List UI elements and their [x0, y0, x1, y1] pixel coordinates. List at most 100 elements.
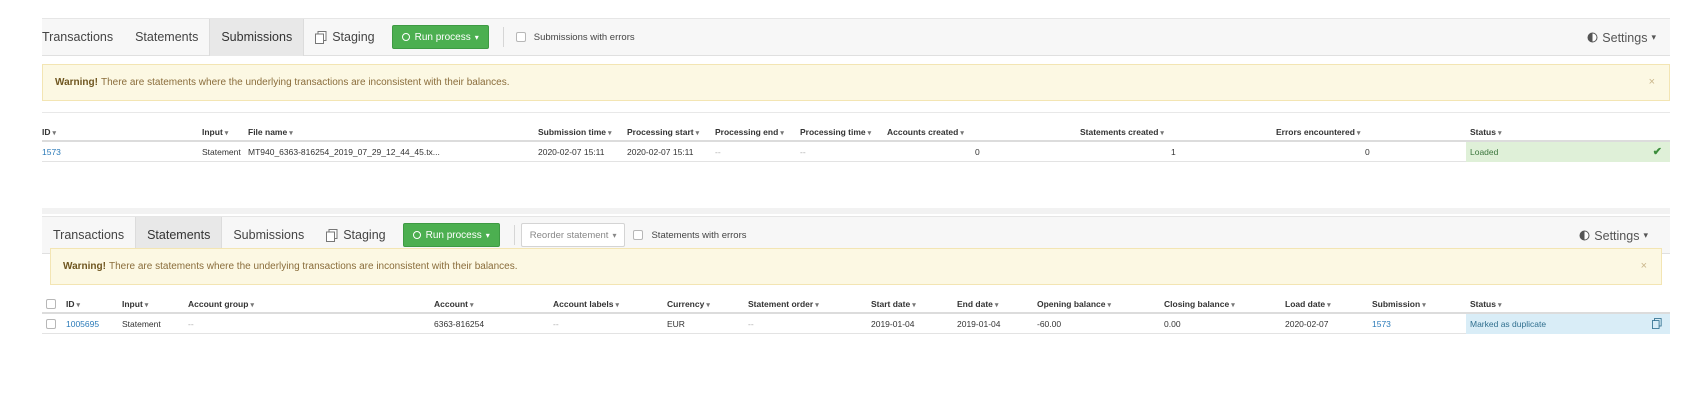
divider — [513, 225, 515, 245]
col-statements-created[interactable]: Statements created ▾ — [1080, 122, 1164, 142]
cell-start-date: 2019-01-04 — [871, 319, 915, 329]
table-header: ID ▾ Input ▾ File name ▾ Submission time ▾ P… — [42, 122, 1670, 142]
toggle-icon — [1579, 230, 1590, 241]
errors-checkbox[interactable] — [515, 32, 526, 42]
submission-link[interactable]: 1573 — [1372, 314, 1391, 334]
col-id[interactable]: ID ▾ — [66, 294, 80, 314]
col-processing-time[interactable]: Processing time ▾ — [800, 122, 871, 142]
col-processing-start[interactable]: Processing start ▾ — [627, 122, 699, 142]
caret-down-icon: ▾ — [1643, 230, 1648, 240]
col-opening-balance[interactable]: Opening balance ▾ — [1037, 294, 1111, 314]
col-load-date[interactable]: Load date ▾ — [1285, 294, 1331, 314]
col-processing-end[interactable]: Processing end ▾ — [715, 122, 784, 142]
submission-id-link[interactable]: 1573 — [42, 142, 61, 162]
close-icon[interactable]: × — [1649, 76, 1655, 88]
tab-transactions[interactable]: Transactions — [42, 19, 124, 56]
table-row: 1005695 Statement -- 6363-816254 -- EUR … — [42, 314, 1670, 334]
col-input[interactable]: Input ▾ — [122, 294, 148, 314]
status-label: Marked as duplicate — [1470, 319, 1547, 329]
col-submission[interactable]: Submission ▾ — [1372, 294, 1426, 314]
errors-filter[interactable]: Submissions with errors — [515, 31, 635, 43]
caret-down-icon: ▾ — [612, 230, 617, 240]
statements-panel: Transactions Statements Submissions Stag… — [42, 208, 1670, 334]
copy-icon — [326, 228, 338, 242]
col-file-name[interactable]: File name ▾ — [248, 122, 293, 142]
divider — [502, 27, 504, 47]
cell-account-group: -- — [188, 319, 194, 329]
checkmark-icon: ✔ — [1652, 146, 1662, 158]
settings-button[interactable]: Settings ▾ — [1587, 19, 1656, 56]
table-row: 1573 Statement MT940_6363-816254_2019_07… — [42, 142, 1670, 162]
cell-accounts-created: 0 — [975, 147, 980, 157]
errors-filter-label: Statements with errors — [651, 229, 747, 241]
statement-id-link[interactable]: 1005695 — [66, 314, 99, 334]
col-end-date[interactable]: End date ▾ — [957, 294, 998, 314]
cell-account: 6363-816254 — [434, 319, 485, 329]
statements-table: ID ▾ Input ▾ Account group ▾ Account ▾ Accou… — [42, 294, 1670, 334]
col-id[interactable]: ID ▾ — [42, 122, 56, 142]
close-icon[interactable]: × — [1641, 260, 1647, 272]
cell-processing-end: -- — [715, 147, 721, 157]
run-process-label: Run process — [414, 31, 471, 43]
divider — [42, 208, 1670, 214]
col-errors-encountered[interactable]: Errors encountered ▾ — [1276, 122, 1360, 142]
status-badge: Loaded ✔ — [1466, 142, 1670, 162]
cell-end-date: 2019-01-04 — [957, 319, 1001, 329]
settings-label: Settings — [1602, 30, 1648, 45]
cell-statement-order: -- — [748, 319, 754, 329]
submissions-table: ID ▾ Input ▾ File name ▾ Submission time ▾ P… — [42, 122, 1670, 162]
cell-input: Statement — [202, 147, 241, 157]
tab-staging-label: Staging — [343, 228, 386, 242]
status-badge: Marked as duplicate — [1466, 314, 1670, 334]
cell-processing-start: 2020-02-07 15:11 — [627, 147, 694, 157]
warning-alert: Warning! There are statements where the … — [50, 248, 1662, 285]
tab-submissions[interactable]: Submissions — [209, 18, 305, 56]
tab-bar: Transactions Statements Submissions Stag… — [42, 18, 1670, 56]
reorder-statement-label: Reorder statement — [529, 229, 609, 241]
cell-submission-time: 2020-02-07 15:11 — [538, 147, 605, 157]
cell-load-date: 2020-02-07 — [1285, 319, 1329, 329]
warning-alert: Warning! There are statements where the … — [42, 64, 1670, 101]
cell-file-name: MT940_6363-816254_2019_07_29_12_44_45.tx… — [248, 147, 440, 157]
col-closing-balance[interactable]: Closing balance ▾ — [1164, 294, 1235, 314]
copy-icon[interactable] — [1652, 314, 1662, 336]
tab-staging-label: Staging — [332, 30, 375, 44]
col-account-group[interactable]: Account group ▾ — [188, 294, 254, 314]
run-process-button[interactable]: Run process ▾ — [402, 223, 500, 247]
tab-staging[interactable]: Staging — [304, 19, 385, 56]
col-status[interactable]: Status ▾ — [1470, 294, 1502, 314]
col-status[interactable]: Status ▾ — [1470, 122, 1502, 142]
col-account[interactable]: Account ▾ — [434, 294, 474, 314]
run-process-label: Run process — [425, 229, 482, 241]
cell-input: Statement — [122, 319, 161, 329]
play-circle-icon — [412, 231, 421, 239]
col-currency[interactable]: Currency ▾ — [667, 294, 710, 314]
run-process-button[interactable]: Run process ▾ — [391, 25, 489, 49]
tab-statements[interactable]: Statements — [124, 19, 209, 56]
errors-checkbox[interactable] — [633, 230, 644, 240]
errors-filter[interactable]: Statements with errors — [633, 229, 747, 241]
copy-icon — [315, 30, 327, 44]
cell-processing-time: -- — [800, 147, 806, 157]
cell-opening-balance: -60.00 — [1037, 319, 1062, 329]
col-input[interactable]: Input ▾ — [202, 122, 228, 142]
col-account-labels[interactable]: Account labels ▾ — [553, 294, 619, 314]
divider — [42, 112, 1670, 113]
reorder-statement-button[interactable]: Reorder statement ▾ — [520, 223, 626, 247]
cell-errors-encountered: 0 — [1365, 147, 1370, 157]
row-checkbox[interactable] — [46, 319, 56, 329]
caret-down-icon: ▾ — [1651, 32, 1656, 42]
col-start-date[interactable]: Start date ▾ — [871, 294, 916, 314]
col-statement-order[interactable]: Statement order ▾ — [748, 294, 819, 314]
settings-label: Settings — [1594, 228, 1640, 243]
cell-currency: EUR — [667, 319, 685, 329]
errors-filter-label: Submissions with errors — [533, 31, 635, 43]
warning-title: Warning! — [55, 77, 98, 88]
cell-account-labels: -- — [553, 319, 559, 329]
caret-down-icon: ▾ — [485, 230, 490, 240]
caret-down-icon: ▾ — [474, 32, 479, 42]
play-circle-icon — [401, 33, 410, 41]
select-all-checkbox[interactable] — [46, 299, 56, 309]
col-accounts-created[interactable]: Accounts created ▾ — [887, 122, 964, 142]
col-submission-time[interactable]: Submission time ▾ — [538, 122, 612, 142]
